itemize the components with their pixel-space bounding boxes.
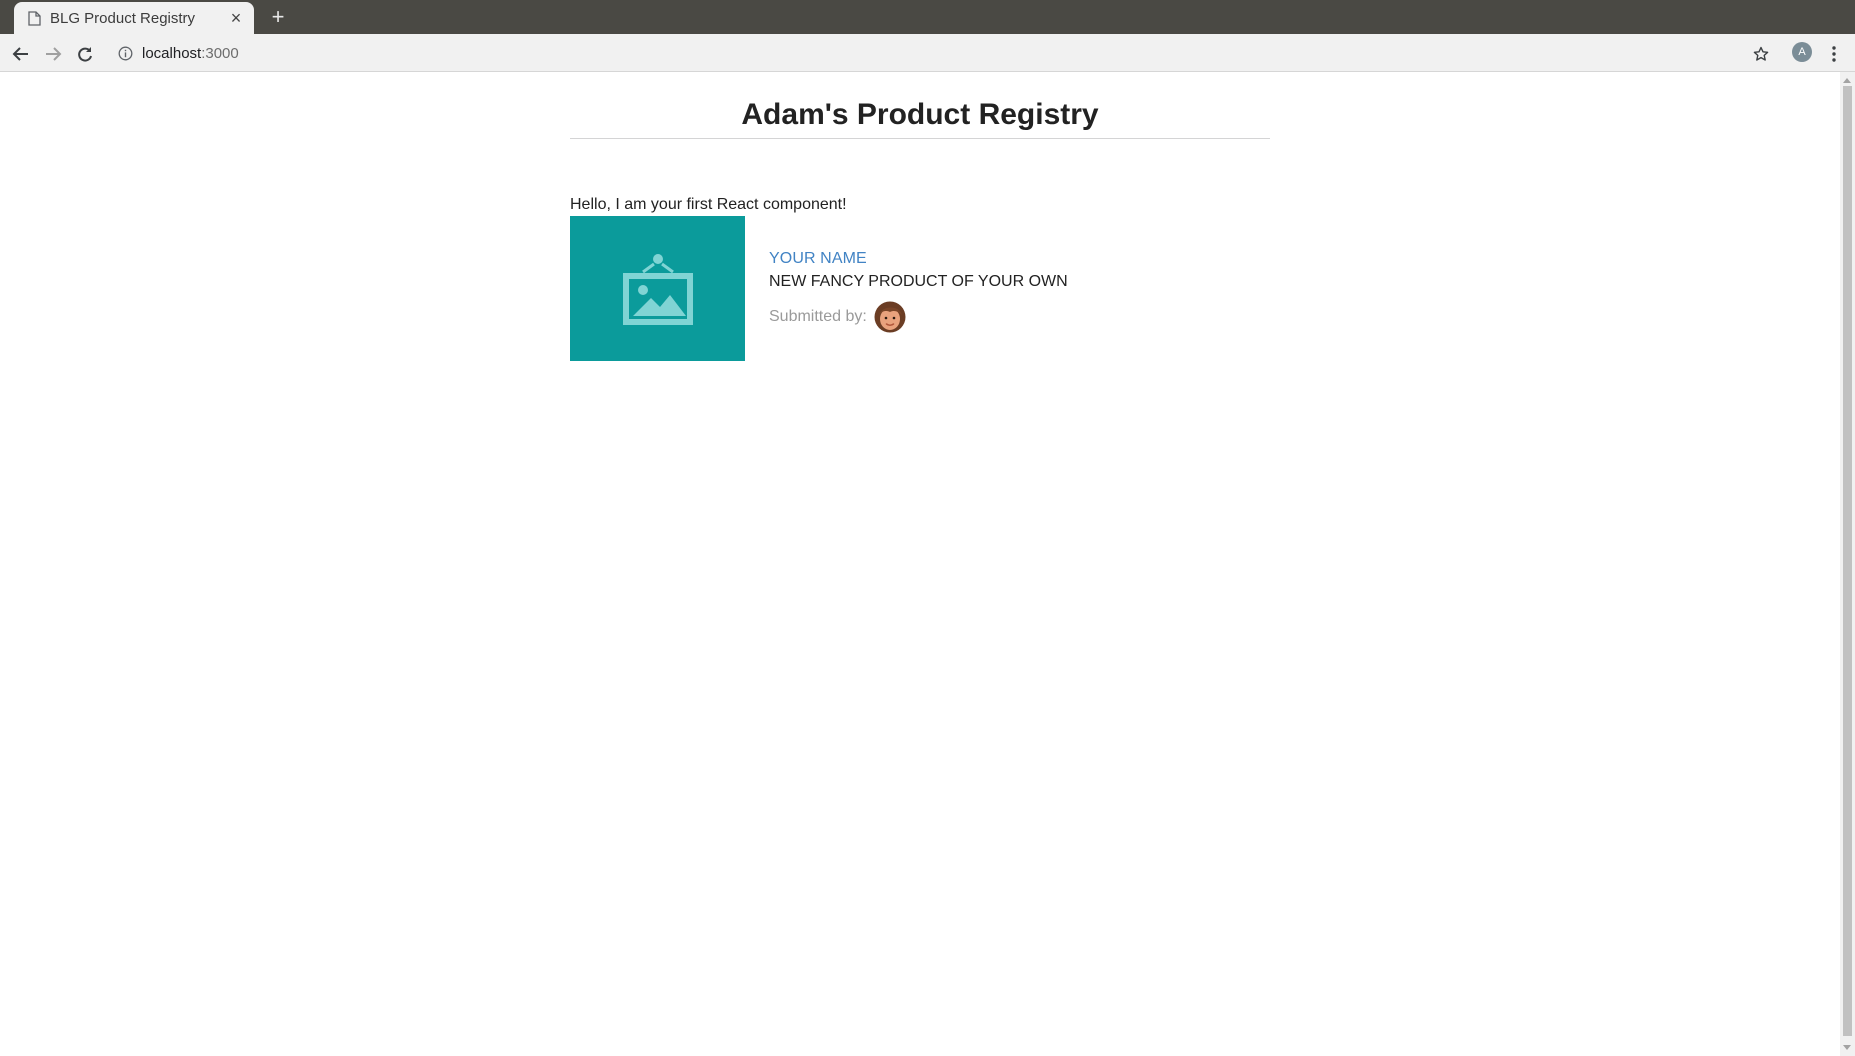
product-description: NEW FANCY PRODUCT OF YOUR OWN	[769, 273, 1068, 290]
product-header-link[interactable]: YOUR NAME	[769, 250, 1068, 268]
page-viewport: Adam's Product Registry Hello, I am your…	[0, 72, 1855, 1056]
kebab-menu-icon[interactable]	[1821, 41, 1847, 67]
image-placeholder-icon	[622, 253, 693, 325]
profile-avatar[interactable]: A	[1792, 42, 1812, 62]
product-content: YOUR NAME NEW FANCY PRODUCT OF YOUR OWN …	[769, 216, 1068, 361]
product-item: YOUR NAME NEW FANCY PRODUCT OF YOUR OWN …	[570, 216, 1270, 361]
tab-strip: BLG Product Registry × +	[0, 0, 1855, 34]
star-icon[interactable]	[1748, 41, 1774, 67]
browser-toolbar: localhost:3000 A	[0, 34, 1855, 72]
forward-arrow-icon[interactable]	[40, 41, 66, 67]
browser-tab[interactable]: BLG Product Registry ×	[14, 2, 254, 34]
address-bar[interactable]: localhost:3000	[112, 38, 1742, 68]
page-title: Adam's Product Registry	[570, 98, 1270, 139]
vertical-scrollbar[interactable]	[1840, 72, 1855, 1056]
tab-title: BLG Product Registry	[50, 10, 196, 27]
page-icon	[28, 11, 41, 26]
scroll-down-icon[interactable]	[1843, 1045, 1851, 1050]
scroll-thumb[interactable]	[1843, 86, 1852, 1036]
greeting-text: Hello, I am your first React component!	[570, 196, 847, 213]
new-tab-icon[interactable]: +	[266, 5, 290, 29]
main-container: Adam's Product Registry Hello, I am your…	[570, 72, 1270, 361]
info-icon[interactable]	[118, 46, 133, 61]
back-arrow-icon[interactable]	[8, 41, 34, 67]
submitted-by-label: Submitted by:	[769, 308, 867, 325]
scroll-up-icon[interactable]	[1843, 78, 1851, 83]
product-image	[570, 216, 745, 361]
product-extra: Submitted by:	[769, 301, 1068, 333]
url-text: localhost:3000	[142, 45, 239, 62]
reload-icon[interactable]	[72, 41, 98, 67]
tab-close-icon[interactable]: ×	[226, 8, 246, 28]
submitter-avatar-icon	[874, 301, 906, 333]
